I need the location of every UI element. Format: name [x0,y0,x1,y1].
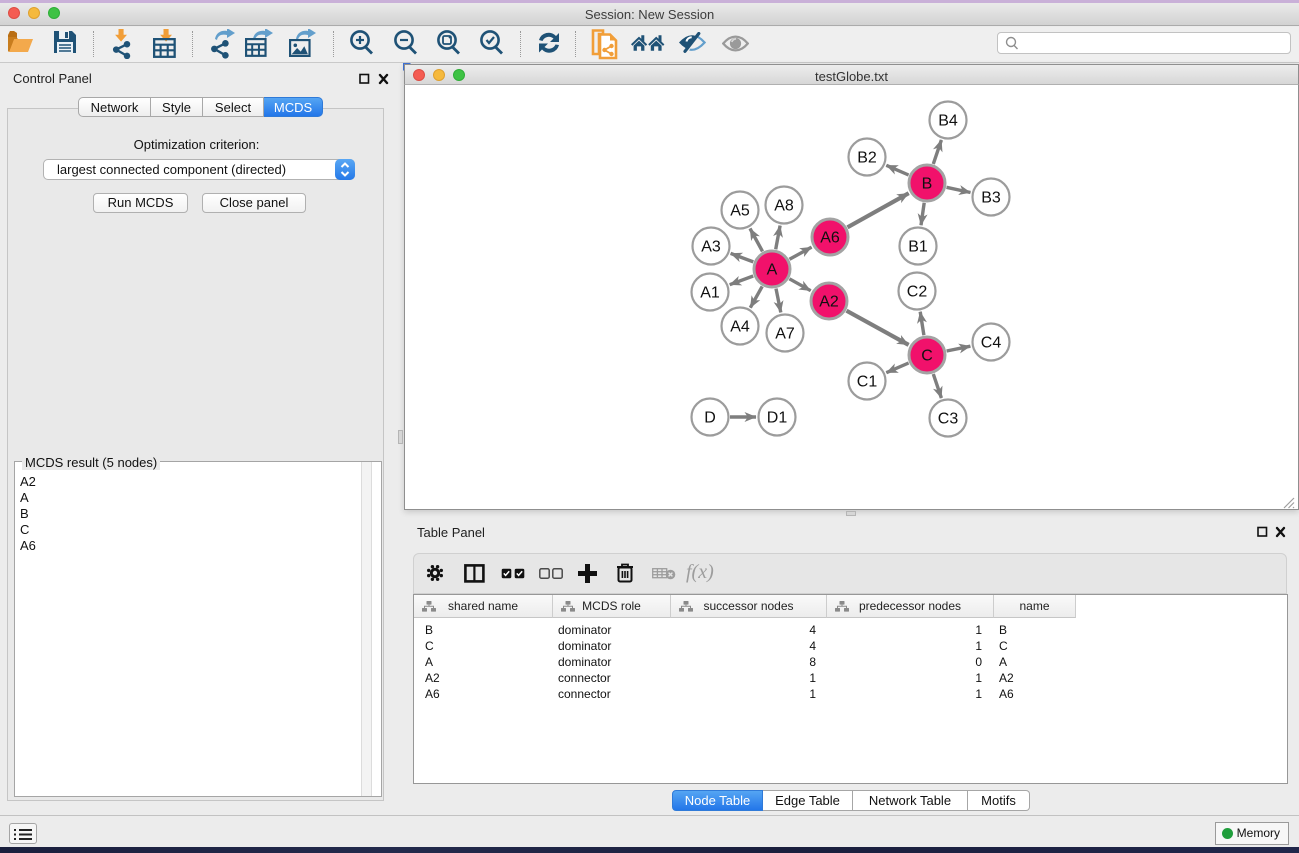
svg-text:D1: D1 [767,410,788,427]
svg-text:A6: A6 [820,230,840,247]
svg-text:B2: B2 [857,150,877,167]
svg-text:B4: B4 [938,113,958,130]
svg-text:A: A [767,262,778,279]
svg-text:A8: A8 [774,198,794,215]
svg-text:B: B [922,176,933,193]
svg-text:A7: A7 [775,326,795,343]
svg-text:C1: C1 [857,374,878,391]
svg-text:D: D [704,410,716,427]
svg-text:B3: B3 [981,190,1001,207]
svg-text:A4: A4 [730,319,750,336]
svg-text:A3: A3 [701,239,721,256]
svg-text:C4: C4 [981,335,1002,352]
svg-text:B1: B1 [908,239,928,256]
svg-text:C2: C2 [907,284,928,301]
svg-text:A1: A1 [700,285,720,302]
svg-text:A2: A2 [819,294,839,311]
svg-text:A5: A5 [730,203,750,220]
svg-text:C: C [921,348,933,365]
svg-text:C3: C3 [938,411,959,428]
